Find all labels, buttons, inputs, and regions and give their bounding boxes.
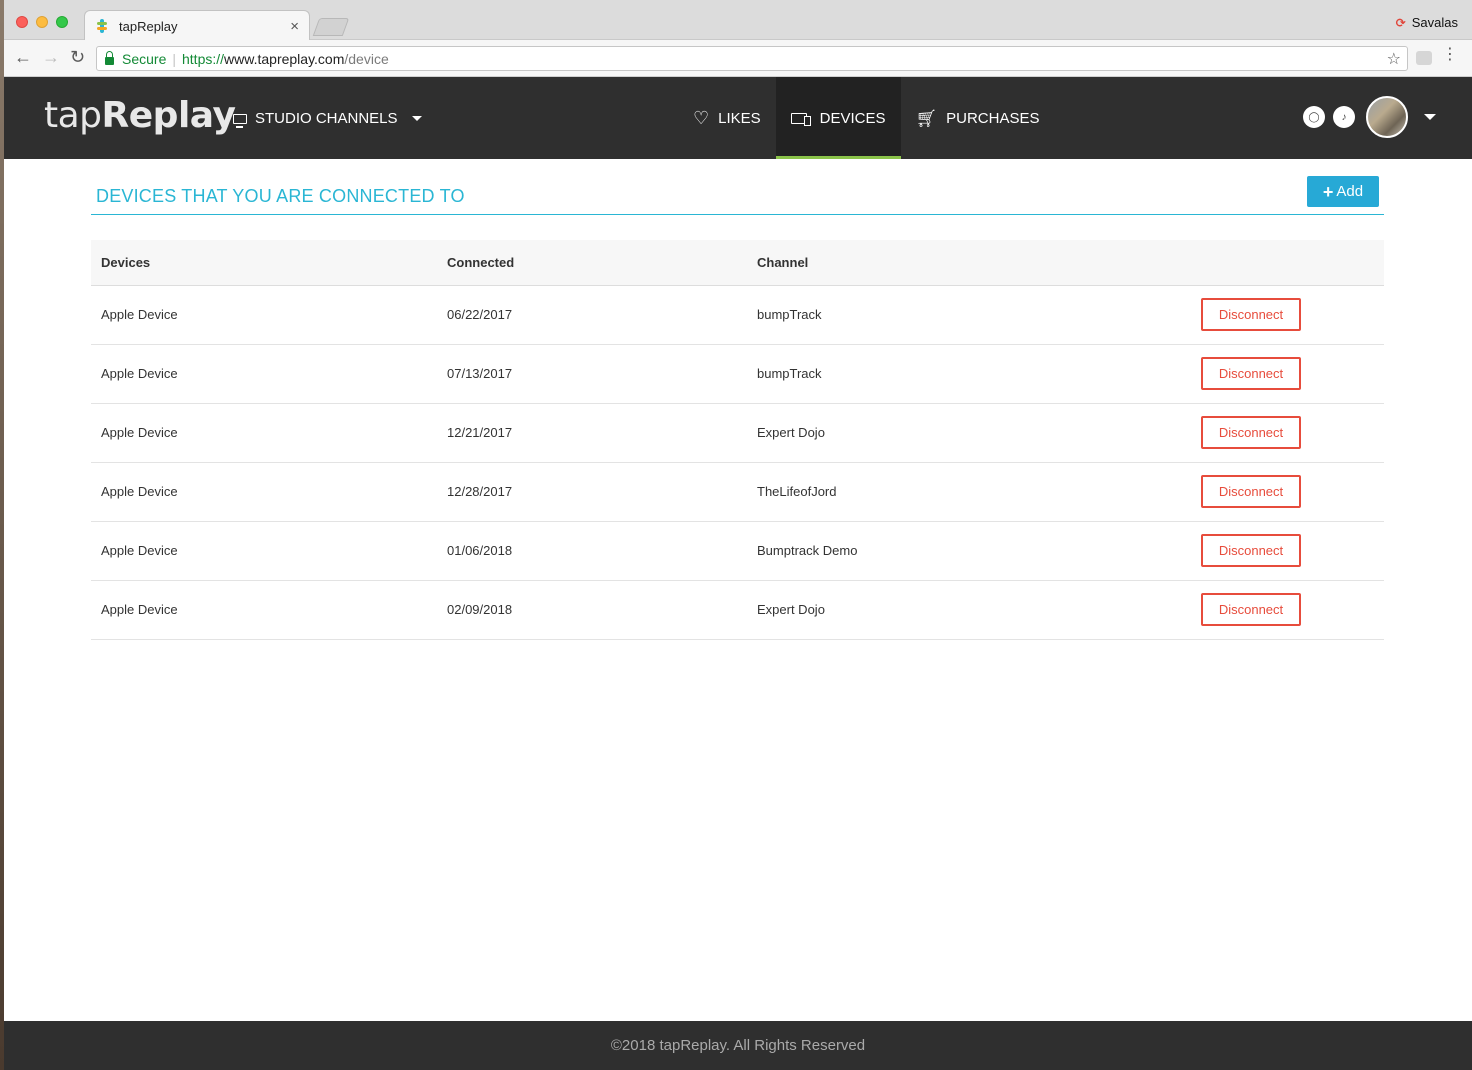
browser-toolbar: ← → ↻ Secure | https:// www.tapreplay.co… — [4, 40, 1472, 77]
close-window-button[interactable] — [16, 16, 28, 28]
column-header-channel: Channel — [747, 240, 1191, 286]
tab-strip: tapReplay × ⟳ Savalas — [4, 0, 1472, 41]
action-cell: Disconnect — [1191, 521, 1384, 581]
address-bar[interactable]: Secure | https:// www.tapreplay.com /dev… — [96, 46, 1408, 71]
profile-name: Savalas — [1411, 15, 1458, 30]
add-button-label: Add — [1336, 183, 1364, 200]
main-nav: ♡ LIKES DEVICES 🛒︎ PURCHASES — [678, 77, 1054, 159]
forward-arrow-icon[interactable]: → — [42, 47, 60, 68]
disconnect-button[interactable]: Disconnect — [1201, 416, 1301, 449]
bookmark-star-icon[interactable]: ☆ — [1387, 49, 1401, 69]
device-cell: Apple Device — [91, 344, 437, 404]
connected-cell: 12/21/2017 — [437, 403, 747, 463]
extension-icon[interactable] — [1416, 51, 1432, 65]
connected-cell: 12/28/2017 — [437, 462, 747, 522]
window-controls — [16, 16, 68, 28]
nav-devices[interactable]: DEVICES — [775, 77, 901, 159]
browser-menu-icon[interactable]: ⋮ — [1442, 47, 1458, 63]
reload-icon[interactable]: ↻ — [70, 47, 85, 68]
cart-icon: 🛒︎ — [915, 108, 938, 128]
disconnect-button[interactable]: Disconnect — [1201, 357, 1301, 390]
table-row: Apple Device 01/06/2018 Bumptrack Demo D… — [91, 521, 1384, 581]
chat-icon[interactable]: ◯ — [1303, 106, 1325, 128]
url-host: www.tapreplay.com — [224, 50, 345, 67]
nav-likes-label: LIKES — [718, 109, 761, 127]
channel-cell: Expert Dojo — [747, 403, 1191, 463]
url-scheme: https:// — [182, 50, 225, 67]
add-device-button[interactable]: + Add — [1307, 176, 1379, 207]
tab-title: tapReplay — [119, 18, 178, 34]
device-cell: Apple Device — [91, 580, 437, 640]
avatar[interactable] — [1366, 96, 1408, 138]
table-row: Apple Device 07/13/2017 bumpTrack Discon… — [91, 344, 1384, 404]
browser-tab[interactable]: tapReplay × — [84, 10, 310, 41]
table-header-row: Devices Connected Channel — [91, 240, 1384, 286]
table-row: Apple Device 06/22/2017 bumpTrack Discon… — [91, 285, 1384, 345]
heart-icon: ♡ — [693, 108, 710, 128]
user-area: ◯ ♪ — [1303, 96, 1436, 138]
nav-purchases-label: PURCHASES — [946, 109, 1040, 127]
user-menu-caret-icon[interactable] — [1424, 114, 1436, 120]
lock-icon — [105, 50, 114, 65]
back-arrow-icon[interactable]: ← — [14, 47, 32, 68]
nav-devices-label: DEVICES — [819, 109, 886, 127]
disconnect-button[interactable]: Disconnect — [1201, 534, 1301, 567]
channel-cell: Bumptrack Demo — [747, 521, 1191, 581]
nav-purchases[interactable]: 🛒︎ PURCHASES — [901, 77, 1055, 159]
connected-cell: 01/06/2018 — [437, 521, 747, 581]
page-header: DEVICES THAT YOU ARE CONNECTED TO + Add — [91, 176, 1384, 215]
secure-label: Secure — [122, 50, 167, 67]
devices-icon — [790, 112, 811, 126]
table-row: Apple Device 02/09/2018 Expert Dojo Disc… — [91, 580, 1384, 640]
device-cell: Apple Device — [91, 521, 437, 581]
main-content: DEVICES THAT YOU ARE CONNECTED TO + Add … — [91, 176, 1384, 640]
app-header: tapReplay STUDIO CHANNELS ♡ LIKES DEVICE… — [4, 77, 1472, 159]
page-title: DEVICES THAT YOU ARE CONNECTED TO — [96, 186, 465, 206]
monitor-icon — [233, 113, 247, 128]
channel-cell: bumpTrack — [747, 285, 1191, 345]
zoom-window-button[interactable] — [56, 16, 68, 28]
connected-cell: 07/13/2017 — [437, 344, 747, 404]
devices-table: Devices Connected Channel Apple Device 0… — [91, 240, 1384, 640]
device-cell: Apple Device — [91, 285, 437, 345]
action-cell: Disconnect — [1191, 580, 1384, 640]
new-tab-button[interactable] — [312, 18, 350, 36]
minimize-window-button[interactable] — [36, 16, 48, 28]
copyright-text: ©2018 tapReplay. All Rights Reserved — [610, 1037, 866, 1054]
disconnect-button[interactable]: Disconnect — [1201, 298, 1301, 331]
studio-channels-dropdown[interactable]: STUDIO CHANNELS — [233, 110, 422, 128]
tab-close-icon[interactable]: × — [290, 18, 299, 35]
channel-cell: Expert Dojo — [747, 580, 1191, 640]
footer: ©2018 tapReplay. All Rights Reserved — [4, 1021, 1472, 1070]
column-header-devices: Devices — [91, 240, 437, 286]
column-header-action — [1191, 240, 1384, 286]
connected-cell: 02/09/2018 — [437, 580, 747, 640]
column-header-connected: Connected — [437, 240, 747, 286]
device-cell: Apple Device — [91, 462, 437, 522]
nav-likes[interactable]: ♡ LIKES — [678, 77, 776, 159]
bell-icon[interactable]: ♪ — [1333, 106, 1355, 128]
studio-channels-label: STUDIO CHANNELS — [255, 110, 398, 127]
url-separator: | — [172, 50, 176, 67]
action-cell: Disconnect — [1191, 403, 1384, 463]
action-cell: Disconnect — [1191, 285, 1384, 345]
tapreplay-logo[interactable]: tapReplay — [44, 95, 236, 136]
url-path: /device — [344, 50, 389, 67]
caret-down-icon — [411, 116, 422, 121]
profile-badge[interactable]: ⟳ Savalas — [1396, 15, 1458, 30]
action-cell: Disconnect — [1191, 462, 1384, 522]
disconnect-button[interactable]: Disconnect — [1201, 593, 1301, 626]
action-cell: Disconnect — [1191, 344, 1384, 404]
disconnect-button[interactable]: Disconnect — [1201, 475, 1301, 508]
table-row: Apple Device 12/21/2017 Expert Dojo Disc… — [91, 403, 1384, 463]
plus-icon: + — [1322, 181, 1334, 202]
tapreplay-favicon-icon — [95, 19, 109, 33]
sync-icon: ⟳ — [1395, 15, 1406, 30]
connected-cell: 06/22/2017 — [437, 285, 747, 345]
channel-cell: bumpTrack — [747, 344, 1191, 404]
browser-window: tapReplay × ⟳ Savalas ← → ↻ Secure | htt… — [4, 0, 1472, 1070]
table-row: Apple Device 12/28/2017 TheLifeofJord Di… — [91, 462, 1384, 522]
channel-cell: TheLifeofJord — [747, 462, 1191, 522]
device-cell: Apple Device — [91, 403, 437, 463]
